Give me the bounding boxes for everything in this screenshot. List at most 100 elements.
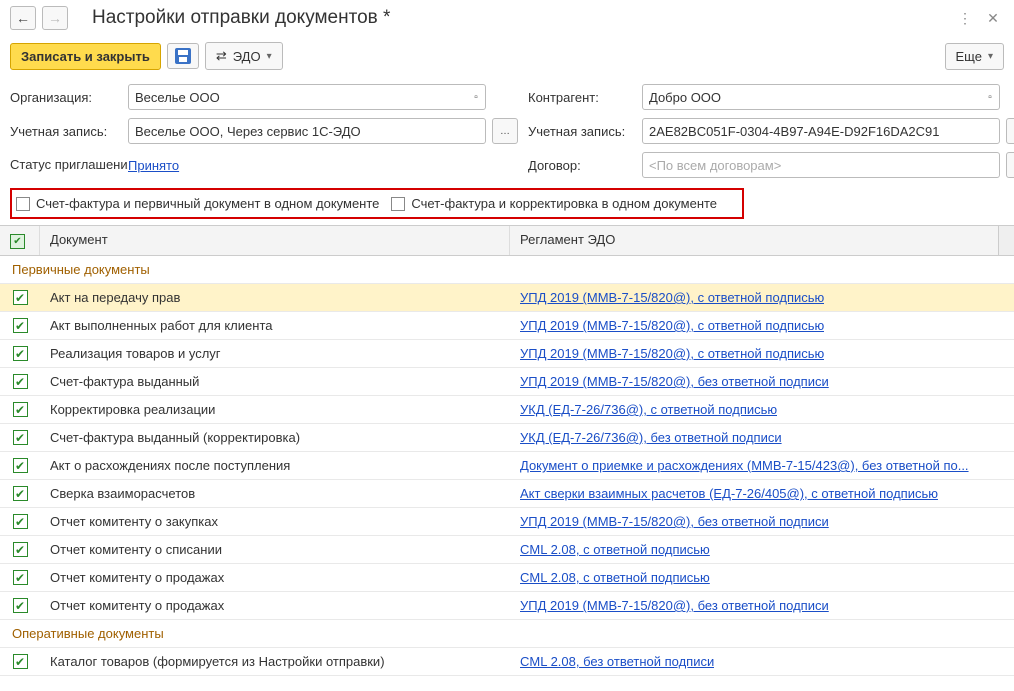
row-doc: Акт на передачу прав bbox=[40, 284, 510, 311]
row-reg: CML 2.08, без ответной подписи bbox=[510, 648, 1014, 675]
table-row[interactable]: ✔Корректировка реализацииУКД (ЕД-7-26/73… bbox=[0, 396, 1014, 424]
table-row[interactable]: ✔Акт на передачу прав УПД 2019 (ММВ-7-15/… bbox=[0, 284, 1014, 312]
table-row[interactable]: ✔Отчет комитенту о закупкахУПД 2019 (ММВ… bbox=[0, 508, 1014, 536]
header-check-cell[interactable]: ✔ bbox=[0, 226, 40, 255]
table-row[interactable]: ✔ Отчет комитенту о продажах УПД 2019 (ММВ… bbox=[0, 592, 1014, 620]
table-row[interactable]: ✔ Отчет комитенту о продажах CML 2.08, с о… bbox=[0, 564, 1014, 592]
header-doc[interactable]: Документ bbox=[40, 226, 510, 255]
row-reg: УКД (ЕД-7-26/736@), с ответной подписью bbox=[510, 396, 1014, 423]
check-icon: ✔ bbox=[13, 514, 28, 529]
left-acct-value: Веселье ООО, Через сервис 1С-ЭДО bbox=[135, 124, 361, 139]
table-header: ✔ Документ Регламент ЭДО bbox=[0, 226, 1014, 256]
edo-button[interactable]: ⇄ ЭДО ▾ bbox=[205, 42, 283, 70]
row-check-cell[interactable]: ✔ bbox=[0, 340, 40, 367]
row-check-cell[interactable]: ✔ bbox=[0, 592, 40, 619]
row-reg: CML 2.08, с ответной подписью bbox=[510, 536, 1014, 563]
left-acct-ellipsis-button[interactable]: … bbox=[492, 118, 518, 144]
row-reg: УПД 2019 (ММВ-7-15/820@), с ответной под… bbox=[510, 312, 1014, 339]
edo-label: ЭДО bbox=[233, 49, 261, 64]
reg-link[interactable]: УПД 2019 (ММВ-7-15/820@), без ответной п… bbox=[520, 374, 829, 389]
form-grid: Организация: Веселье ООО ▫ Контрагент: Д… bbox=[0, 80, 1014, 186]
row-check-cell[interactable]: ✔ bbox=[0, 508, 40, 535]
back-button[interactable]: ← bbox=[10, 6, 36, 30]
table-row[interactable]: ✔ Каталог товаров (формируется из Настрой… bbox=[0, 648, 1014, 676]
status-label: Статус приглашения: bbox=[10, 157, 122, 173]
check-invoice-primary[interactable]: Счет-фактура и первичный документ в одно… bbox=[16, 196, 379, 211]
table-row[interactable]: ✔Счет-фактура выданный (корректировка) УК… bbox=[0, 424, 1014, 452]
contract-placeholder: <По всем договорам> bbox=[649, 158, 781, 173]
header-reg[interactable]: Регламент ЭДО bbox=[510, 226, 998, 255]
row-check-cell[interactable]: ✔ bbox=[0, 536, 40, 563]
row-check-cell[interactable]: ✔ bbox=[0, 284, 40, 311]
table-row[interactable]: ✔Отчет комитенту о списанииCML 2.08, с о… bbox=[0, 536, 1014, 564]
exchange-icon: ⇄ bbox=[216, 48, 227, 64]
contract-field[interactable]: <По всем договорам> bbox=[642, 152, 1000, 178]
table-row[interactable]: ✔Реализация товаров и услугУПД 2019 (ММВ… bbox=[0, 340, 1014, 368]
row-reg: Акт сверки взаимных расчетов (ЕД-7-26/40… bbox=[510, 480, 1014, 507]
combined-checks-panel: Счет-фактура и первичный документ в одно… bbox=[10, 188, 744, 219]
forward-button[interactable]: → bbox=[42, 6, 68, 30]
right-acct-ellipsis-button[interactable]: … bbox=[1006, 118, 1014, 144]
row-check-cell[interactable]: ✔ bbox=[0, 452, 40, 479]
check-icon: ✔ bbox=[13, 598, 28, 613]
check-icon: ✔ bbox=[13, 570, 28, 585]
check-invoice-correction[interactable]: Счет-фактура и корректировка в одном док… bbox=[391, 196, 717, 211]
check-icon: ✔ bbox=[13, 458, 28, 473]
left-acct-field[interactable]: Веселье ООО, Через сервис 1С-ЭДО bbox=[128, 118, 486, 144]
check-icon: ✔ bbox=[13, 374, 28, 389]
row-reg: УПД 2019 (ММВ-7-15/820@), без ответной п… bbox=[510, 592, 1014, 619]
menu-dots-icon[interactable]: ⋮ bbox=[954, 7, 976, 29]
row-reg: CML 2.08, с ответной подписью bbox=[510, 564, 1014, 591]
org-field[interactable]: Веселье ООО ▫ bbox=[128, 84, 486, 110]
save-close-button[interactable]: Записать и закрыть bbox=[10, 43, 161, 70]
more-label: Еще bbox=[956, 49, 982, 64]
row-doc: Акт о расхождениях после поступления bbox=[40, 452, 510, 479]
reg-link[interactable]: CML 2.08, без ответной подписи bbox=[520, 654, 714, 669]
toggle-all-icon: ✔ bbox=[10, 234, 25, 249]
save-button[interactable] bbox=[167, 43, 199, 69]
right-acct-field[interactable]: 2AE82BC051F-0304-4B97-A94E-D92F16DA2C91 bbox=[642, 118, 1000, 144]
contract-ellipsis-button[interactable]: … bbox=[1006, 152, 1014, 178]
more-button[interactable]: Еще ▾ bbox=[945, 43, 1004, 70]
row-doc: Каталог товаров (формируется из Настройк… bbox=[40, 648, 510, 675]
reg-link[interactable]: УПД 2019 (ММВ-7-15/820@), без ответной п… bbox=[520, 514, 829, 529]
reg-link[interactable]: УПД 2019 (ММВ-7-15/820@), с ответной под… bbox=[520, 290, 824, 305]
row-check-cell[interactable]: ✔ bbox=[0, 648, 40, 675]
counter-field[interactable]: Добро ООО ▫ bbox=[642, 84, 1000, 110]
chevron-down-icon: ▾ bbox=[988, 51, 993, 62]
row-check-cell[interactable]: ✔ bbox=[0, 564, 40, 591]
counter-label: Контрагент: bbox=[528, 90, 636, 105]
row-check-cell[interactable]: ✔ bbox=[0, 480, 40, 507]
reg-link[interactable]: Акт сверки взаимных расчетов (ЕД-7-26/40… bbox=[520, 486, 938, 501]
open-picker-icon[interactable]: ▫ bbox=[467, 84, 485, 110]
status-value-wrap: Принято bbox=[128, 152, 486, 178]
table-row[interactable]: ✔Акт выполненных работ для клиентаУПД 20… bbox=[0, 312, 1014, 340]
table-row[interactable]: ✔ Акт о расхождениях после поступления Док… bbox=[0, 452, 1014, 480]
reg-link[interactable]: Документ о приемке и расхождениях (ММВ-7… bbox=[520, 458, 969, 473]
row-check-cell[interactable]: ✔ bbox=[0, 312, 40, 339]
reg-link[interactable]: CML 2.08, с ответной подписью bbox=[520, 570, 710, 585]
checkbox-icon bbox=[391, 197, 405, 211]
reg-link[interactable]: CML 2.08, с ответной подписью bbox=[520, 542, 710, 557]
reg-link[interactable]: УКД (ЕД-7-26/736@), с ответной подписью bbox=[520, 402, 777, 417]
status-link[interactable]: Принято bbox=[128, 158, 179, 173]
row-doc: Счет-фактура выданный (корректировка) bbox=[40, 424, 510, 451]
table-row[interactable]: ✔Счет-фактура выданныйУПД 2019 (ММВ-7-15… bbox=[0, 368, 1014, 396]
row-doc: Отчет комитенту о продажах bbox=[40, 564, 510, 591]
reg-link[interactable]: УПД 2019 (ММВ-7-15/820@), с ответной под… bbox=[520, 318, 824, 333]
row-check-cell[interactable]: ✔ bbox=[0, 368, 40, 395]
check-icon: ✔ bbox=[13, 654, 28, 669]
reg-link[interactable]: УПД 2019 (ММВ-7-15/820@), без ответной п… bbox=[520, 598, 829, 613]
page-title: Настройки отправки документов * bbox=[92, 7, 948, 29]
reg-link[interactable]: УКД (ЕД-7-26/736@), без ответной подписи bbox=[520, 430, 782, 445]
table-row[interactable]: ✔Сверка взаиморасчетовАкт сверки взаимны… bbox=[0, 480, 1014, 508]
open-picker-icon[interactable]: ▫ bbox=[981, 84, 999, 110]
org-label: Организация: bbox=[10, 90, 122, 105]
row-check-cell[interactable]: ✔ bbox=[0, 396, 40, 423]
close-icon[interactable]: ✕ bbox=[982, 7, 1004, 29]
contract-label: Договор: bbox=[528, 158, 636, 173]
group-row: Первичные документы bbox=[0, 256, 1014, 284]
row-doc: Отчет комитенту о продажах bbox=[40, 592, 510, 619]
row-check-cell[interactable]: ✔ bbox=[0, 424, 40, 451]
reg-link[interactable]: УПД 2019 (ММВ-7-15/820@), с ответной под… bbox=[520, 346, 824, 361]
